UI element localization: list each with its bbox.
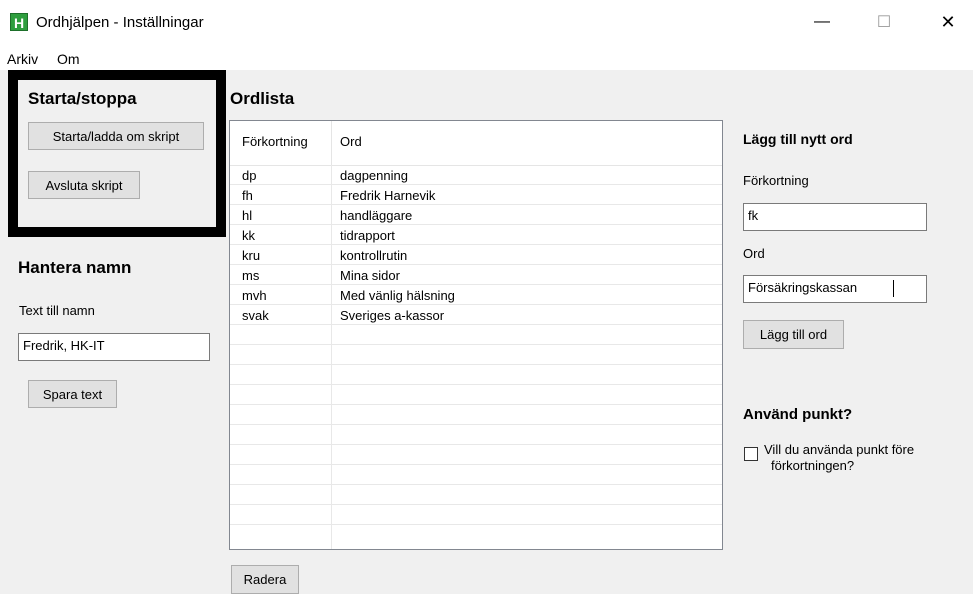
empty-row [230,365,722,385]
wordlist-rows: dp dagpenning fh Fredrik Harnevik hl handlä… [230,165,722,525]
save-text-button[interactable]: Spara text [28,380,117,408]
word-label: Ord [743,246,765,261]
text-cursor [893,280,894,297]
column-separator [331,121,332,165]
wordlist-header: Förkortning Ord [230,121,722,166]
table-row[interactable]: ms Mina sidor [230,265,722,285]
empty-row [230,445,722,465]
maximize-button[interactable]: ☐ [862,8,906,36]
abbreviation-label: Förkortning [743,173,809,188]
quit-script-button[interactable]: Avsluta skript [28,171,140,199]
menu-om[interactable]: Om [57,51,80,67]
name-text-label: Text till namn [19,303,95,318]
table-row[interactable]: mvh Med vänlig hälsning [230,285,722,305]
close-button[interactable]: ✕ [926,8,970,36]
abbreviation-input[interactable]: fk [743,203,927,231]
use-dot-heading: Använd punkt? [743,406,853,423]
names-heading: Hantera namn [18,258,132,277]
empty-row [230,385,722,405]
empty-row [230,345,722,365]
menu-bar [0,48,973,70]
menu-arkiv[interactable]: Arkiv [7,51,38,67]
close-icon: ✕ [940,11,956,32]
table-row[interactable]: dp dagpenning [230,165,722,185]
wordlist-heading: Ordlista [230,89,295,108]
minimize-button[interactable]: — [800,8,844,36]
empty-row [230,465,722,485]
delete-button[interactable]: Radera [231,565,299,594]
start-reload-script-button[interactable]: Starta/ladda om skript [28,122,204,150]
maximize-icon: ☐ [876,14,892,31]
empty-row [230,505,722,525]
minimize-icon: — [814,13,830,30]
empty-row [230,405,722,425]
table-row[interactable]: kk tidrapport [230,225,722,245]
add-word-button[interactable]: Lägg till ord [743,320,844,349]
table-row[interactable]: hl handläggare [230,205,722,225]
window-title: Ordhjälpen - Inställningar [36,14,204,31]
column-header-abbreviation[interactable]: Förkortning [242,134,308,149]
use-dot-checkbox[interactable] [744,447,758,461]
table-row[interactable]: svak Sveriges a-kassor [230,305,722,325]
use-dot-checkbox-label[interactable]: Vill du använda punkt före förkortningen… [764,442,914,474]
add-word-heading: Lägg till nytt ord [743,131,853,147]
table-row[interactable]: kru kontrollrutin [230,245,722,265]
column-header-word[interactable]: Ord [340,134,362,149]
table-row[interactable]: fh Fredrik Harnevik [230,185,722,205]
wordlist-listview[interactable]: Förkortning Ord dp dagpenning fh Fredrik H… [229,120,723,550]
start-stop-heading: Starta/stoppa [28,89,137,108]
app-icon: H [10,13,28,31]
column-divider [331,165,332,549]
word-input[interactable]: Försäkringskassan [743,275,927,303]
empty-row [230,485,722,505]
name-text-input[interactable]: Fredrik, HK-IT [18,333,210,361]
empty-row [230,425,722,445]
empty-row [230,325,722,345]
